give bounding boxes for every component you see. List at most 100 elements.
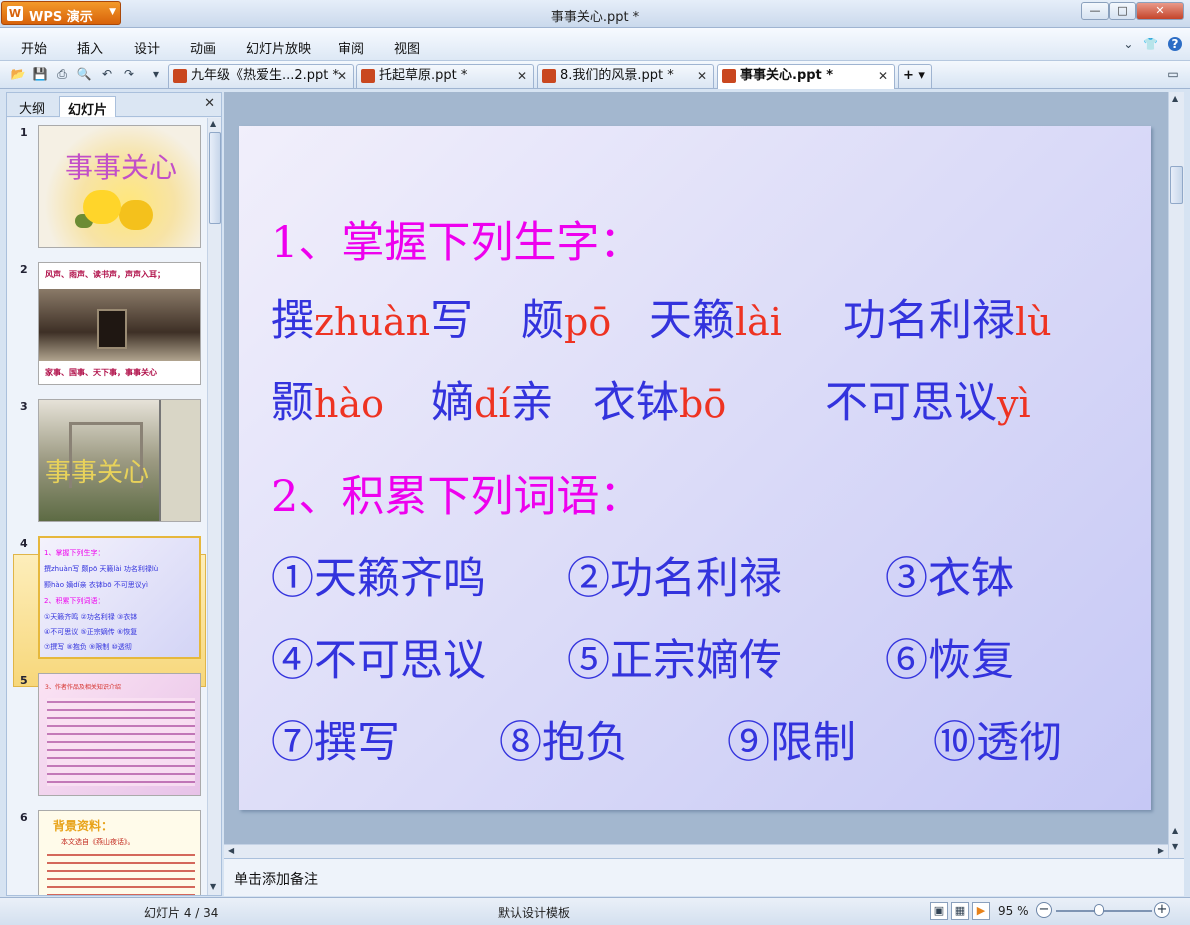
ppt-file-icon (361, 69, 375, 83)
word-item: ②功名利禄 (567, 554, 782, 604)
open-icon[interactable]: 📂 (10, 66, 26, 82)
ppt-file-icon (542, 69, 556, 83)
scroll-right-icon[interactable]: ▶ (1158, 846, 1164, 855)
word-item: ⑥恢复 (885, 636, 1014, 686)
doc-tab-label: 九年级《热爱生...2.ppt * (191, 68, 340, 83)
slide-editor[interactable]: 1、掌握下列生字： 撰zhuàn写 颇pō 天籁lài 功名利禄lù 颢hào … (224, 92, 1184, 844)
close-button[interactable]: ✕ (1136, 2, 1184, 20)
collapse-ribbon-icon[interactable]: ⌄ (1123, 37, 1133, 51)
menu-start[interactable]: 开始 (21, 38, 47, 57)
zoom-slider-handle[interactable] (1094, 904, 1105, 916)
thumb-body-text (47, 851, 195, 895)
maximize-button[interactable]: □ (1109, 2, 1136, 20)
save-icon[interactable]: 💾 (32, 66, 48, 82)
doc-tab-2[interactable]: 托起草原.ppt * ✕ (356, 64, 534, 88)
char-item: 不可思议yì (825, 378, 1031, 428)
zoom-level[interactable]: 95 % (998, 904, 1029, 918)
char-item: 撰zhuàn写 (271, 296, 474, 346)
minimize-button[interactable]: — (1081, 2, 1109, 20)
word-item: ⑧抱负 (499, 718, 628, 768)
close-panel-icon[interactable]: ✕ (204, 96, 215, 111)
editor-vertical-scrollbar[interactable]: ▲ ▲ ▼ (1168, 92, 1184, 858)
thumb-title: 3、作者作品及相关知识介绍 (45, 684, 121, 691)
menu-review[interactable]: 审阅 (338, 38, 364, 57)
slide-thumb-6[interactable]: 背景资料： 本文选自《燕山夜话》。 (38, 810, 201, 895)
template-name[interactable]: 默认设计模板 (498, 904, 570, 921)
print-icon[interactable]: ⎙ (54, 66, 70, 82)
slide-thumb-1[interactable]: 事事关心 (38, 125, 201, 248)
editor-horizontal-scrollbar[interactable]: ◀ ▶ (224, 844, 1168, 858)
new-tab-button[interactable]: + ▾ (898, 64, 932, 88)
menu-animation[interactable]: 动画 (190, 38, 216, 57)
zoom-in-button[interactable]: + (1154, 902, 1170, 918)
menu-slideshow[interactable]: 幻灯片放映 (246, 38, 311, 57)
slide-number: 2 (20, 263, 28, 276)
undo-icon[interactable]: ↶ (99, 66, 115, 82)
slides-panel: 大纲 幻灯片 ✕ 1 事事关心 2 风声、雨声、读书声，声声入耳； 家事、国事、… (6, 92, 222, 896)
doc-tab-3[interactable]: 8.我们的风景.ppt * ✕ (537, 64, 714, 88)
help-icon[interactable]: ? (1168, 37, 1182, 51)
thumb-line: 撰zhuàn写 颇pō 天籁lài 功名利禄lù (44, 565, 159, 573)
close-tab-icon[interactable]: ✕ (517, 65, 527, 87)
thumb-text-bottom: 家事、国事、天下事，事事关心 (45, 368, 157, 377)
title-bar: W WPS 演示 ▼ 事事关心.ppt * — □ ✕ (0, 0, 1190, 28)
word-item: ③衣钵 (885, 554, 1014, 604)
menu-right-controls: ⌄ 👕 ? (1123, 37, 1182, 51)
skin-icon[interactable]: 👕 (1143, 37, 1158, 51)
customize-toolbar-icon[interactable]: ▾ (148, 66, 164, 82)
panel-tabs: 大纲 幻灯片 ✕ (7, 93, 221, 118)
scroll-up-icon[interactable]: ▲ (210, 119, 216, 128)
thumbnail-scrollbar[interactable]: ▲ ▼ (207, 118, 221, 895)
scrollbar-thumb[interactable] (1170, 166, 1183, 204)
menu-insert[interactable]: 插入 (77, 38, 103, 57)
close-tab-icon[interactable]: ✕ (337, 65, 347, 87)
slide-thumb-4-selected[interactable]: 1、掌握下列生字： 撰zhuàn写 颇pō 天籁lài 功名利禄lù 颢hào … (38, 536, 201, 659)
slide-heading-1: 1、掌握下列生字： (271, 218, 643, 268)
char-item: 颇pō (521, 296, 612, 346)
notes-pane[interactable]: 单击添加备注 (224, 858, 1184, 896)
slide-number: 5 (20, 674, 28, 687)
prev-slide-icon[interactable]: ▲ (1172, 826, 1178, 835)
word-item: ⑤正宗嫡传 (567, 636, 782, 686)
print-preview-icon[interactable]: 🔍 (76, 66, 92, 82)
thumb-title: 背景资料： (53, 819, 114, 833)
normal-view-icon[interactable]: ▣ (930, 902, 948, 920)
scroll-left-icon[interactable]: ◀ (228, 846, 234, 855)
current-slide[interactable]: 1、掌握下列生字： 撰zhuàn写 颇pō 天籁lài 功名利禄lù 颢hào … (239, 126, 1151, 810)
word-item: ⑩透彻 (933, 718, 1062, 768)
menu-design[interactable]: 设计 (134, 38, 160, 57)
flower-image (83, 190, 121, 224)
menu-bar: 开始 插入 设计 动画 幻灯片放映 审阅 视图 ⌄ 👕 ? (0, 28, 1190, 61)
tab-slides[interactable]: 幻灯片 (59, 96, 117, 118)
char-item: 颢hào (271, 378, 385, 428)
next-slide-icon[interactable]: ▼ (1172, 842, 1178, 851)
window-layout-icon[interactable]: ▭ (1164, 66, 1182, 82)
doc-tab-label: 8.我们的风景.ppt * (560, 68, 674, 83)
slide-thumb-2[interactable]: 风声、雨声、读书声，声声入耳； 家事、国事、天下事，事事关心 (38, 262, 201, 385)
tab-outline[interactable]: 大纲 (11, 96, 53, 117)
slideshow-icon[interactable]: ▶ (972, 902, 990, 920)
slide-indicator: 幻灯片 4 / 34 (144, 906, 219, 920)
slide-thumb-5[interactable]: 3、作者作品及相关知识介绍 (38, 673, 201, 796)
redo-icon[interactable]: ↷ (121, 66, 137, 82)
slide-sorter-icon[interactable]: ▦ (951, 902, 969, 920)
word-item: ⑨限制 (727, 718, 856, 768)
thumbnail-list: 1 事事关心 2 风声、雨声、读书声，声声入耳； 家事、国事、天下事，事事关心 … (7, 118, 221, 895)
menu-view[interactable]: 视图 (394, 38, 420, 57)
thumb-subtitle: 本文选自《燕山夜话》。 (61, 838, 135, 846)
slide-number: 3 (20, 400, 28, 413)
scroll-up-icon[interactable]: ▲ (1172, 94, 1178, 103)
thumb-line: ①天籁齐鸣 ②功名利禄 ③衣钵 (44, 613, 138, 621)
zoom-out-button[interactable]: − (1036, 902, 1052, 918)
scrollbar-thumb[interactable] (209, 132, 221, 224)
close-tab-icon[interactable]: ✕ (878, 65, 888, 87)
thumb-title: 事事关心 (45, 458, 150, 488)
slide-thumb-3[interactable]: 事事关心 (38, 399, 201, 522)
close-tab-icon[interactable]: ✕ (697, 65, 707, 87)
notes-placeholder: 单击添加备注 (234, 872, 318, 888)
courtyard-image (39, 289, 200, 361)
char-item: 衣钵bō (593, 378, 727, 428)
doc-tab-4-active[interactable]: 事事关心.ppt * ✕ (717, 64, 895, 89)
scroll-down-icon[interactable]: ▼ (210, 882, 216, 891)
doc-tab-1[interactable]: 九年级《热爱生...2.ppt * ✕ (168, 64, 354, 88)
